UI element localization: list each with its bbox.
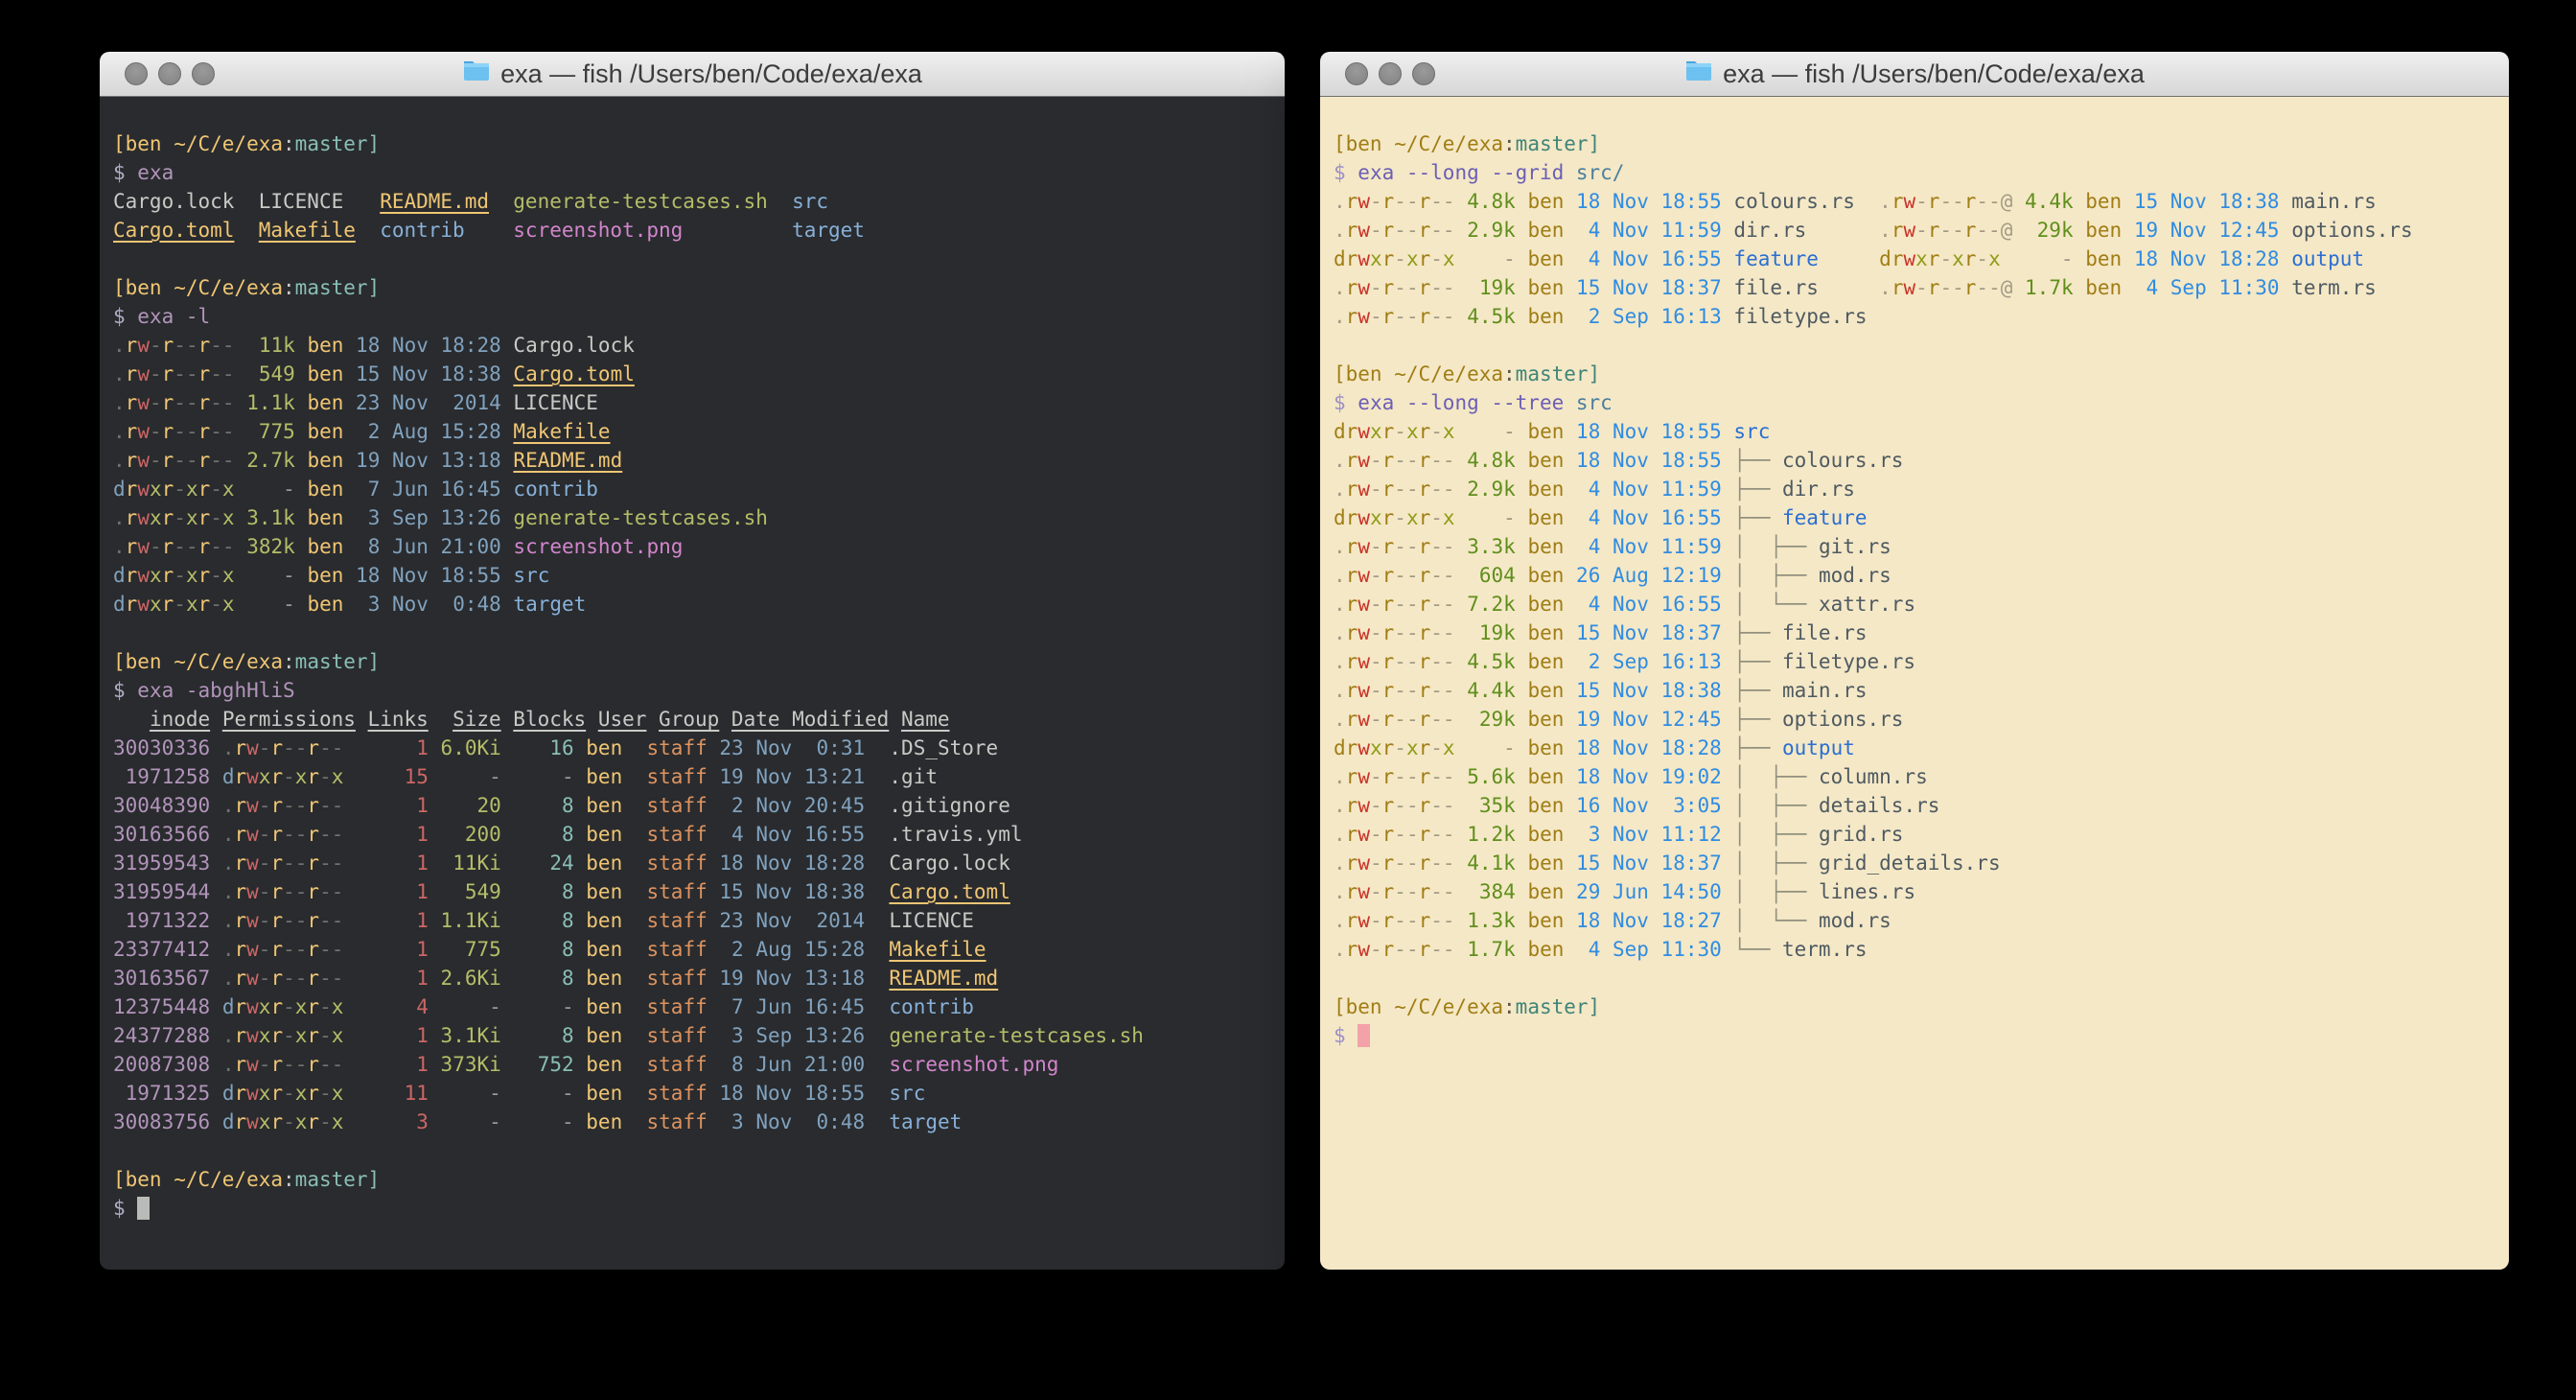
terminal-line: $ exa -abghHliS — [113, 676, 1275, 705]
terminal-line: 1971322 .rw-r--r-- 1 1.1Ki 8 ben staff 2… — [113, 906, 1275, 935]
terminal-line: $ exa -l — [113, 302, 1275, 331]
terminal-line: .rw-r--r-- 19k ben 15 Nov 18:37 file.rs … — [1334, 273, 2499, 302]
terminal-line: [ben ~/C/e/exa:master] — [1334, 992, 2499, 1021]
terminal-line: .rwxr-xr-x 3.1k ben 3 Sep 13:26 generate… — [113, 503, 1275, 532]
terminal-line: $ exa --long --grid src/ — [1334, 158, 2499, 187]
terminal-line — [113, 1136, 1275, 1165]
terminal-line: 1971325 drwxr-xr-x 11 - - ben staff 18 N… — [113, 1079, 1275, 1108]
terminal-line: [ben ~/C/e/exa:master] — [1334, 360, 2499, 388]
terminal-line: .rw-r--r-- 382k ben 8 Jun 21:00 screensh… — [113, 532, 1275, 561]
terminal-line: .rw-r--r-- 5.6k ben 18 Nov 19:02 │ ├── c… — [1334, 762, 2499, 791]
terminal-line: .rw-r--r-- 4.5k ben 2 Sep 16:13 ├── file… — [1334, 647, 2499, 676]
desktop: exa — fish /Users/ben/Code/exa/exa [ben … — [0, 0, 2576, 1400]
traffic-lights — [125, 52, 215, 96]
terminal-line: .rw-r--r-- 4.4k ben 15 Nov 18:38 ├── mai… — [1334, 676, 2499, 705]
terminal-line: .rw-r--r-- 4.8k ben 18 Nov 18:55 colours… — [1334, 187, 2499, 216]
terminal-line: inode Permissions Links Size Blocks User… — [113, 705, 1275, 734]
zoom-button[interactable] — [192, 62, 215, 85]
terminal-line: $ exa — [113, 158, 1275, 187]
terminal-line: .rw-r--r-- 29k ben 19 Nov 12:45 ├── opti… — [1334, 705, 2499, 734]
terminal-line: .rw-r--r-- 384 ben 29 Jun 14:50 │ ├── li… — [1334, 877, 2499, 906]
terminal-line: $ exa --long --tree src — [1334, 388, 2499, 417]
terminal-line: 23377412 .rw-r--r-- 1 775 8 ben staff 2 … — [113, 935, 1275, 964]
terminal-line: .rw-r--r-- 2.9k ben 4 Nov 11:59 ├── dir.… — [1334, 475, 2499, 503]
terminal-line: .rw-r--r-- 19k ben 15 Nov 18:37 ├── file… — [1334, 618, 2499, 647]
terminal-line: 30163566 .rw-r--r-- 1 200 8 ben staff 4 … — [113, 820, 1275, 849]
terminal-line: $ — [1334, 1021, 2499, 1050]
minimize-button[interactable] — [158, 62, 181, 85]
terminal-line: 1971258 drwxr-xr-x 15 - - ben staff 19 N… — [113, 762, 1275, 791]
terminal-line: [ben ~/C/e/exa:master] — [1334, 129, 2499, 158]
terminal-line: drwxr-xr-x - ben 4 Nov 16:55 ├── feature — [1334, 503, 2499, 532]
terminal-line: Cargo.lock LICENCE README.md generate-te… — [113, 187, 1275, 216]
terminal-line: .rw-r--r-- 4.8k ben 18 Nov 18:55 ├── col… — [1334, 446, 2499, 475]
terminal-line: .rw-r--r-- 1.7k ben 4 Sep 11:30 └── term… — [1334, 935, 2499, 964]
folder-icon — [462, 58, 491, 89]
terminal-line: 31959543 .rw-r--r-- 1 11Ki 24 ben staff … — [113, 849, 1275, 877]
terminal-line: Cargo.toml Makefile contrib screenshot.p… — [113, 216, 1275, 245]
terminal-line: 30048390 .rw-r--r-- 1 20 8 ben staff 2 N… — [113, 791, 1275, 820]
terminal-line: .rw-r--r-- 775 ben 2 Aug 15:28 Makefile — [113, 417, 1275, 446]
terminal-line: .rw-r--r-- 549 ben 15 Nov 18:38 Cargo.to… — [113, 360, 1275, 388]
terminal-line: 30163567 .rw-r--r-- 1 2.6Ki 8 ben staff … — [113, 964, 1275, 992]
terminal-line: $ — [113, 1194, 1275, 1223]
terminal-content-light[interactable]: [ben ~/C/e/exa:master]$ exa --long --gri… — [1320, 97, 2509, 1270]
terminal-line: [ben ~/C/e/exa:master] — [113, 273, 1275, 302]
terminal-line: drwxr-xr-x - ben 4 Nov 16:55 feature drw… — [1334, 245, 2499, 273]
traffic-lights — [1345, 52, 1435, 96]
close-button[interactable] — [1345, 62, 1368, 85]
terminal-line: 12375448 drwxr-xr-x 4 - - ben staff 7 Ju… — [113, 992, 1275, 1021]
terminal-line: .rw-r--r-- 7.2k ben 4 Nov 16:55 │ └── xa… — [1334, 590, 2499, 618]
terminal-cursor — [137, 1197, 150, 1220]
terminal-line: drwxr-xr-x - ben 18 Nov 18:28 ├── output — [1334, 734, 2499, 762]
terminal-line: [ben ~/C/e/exa:master] — [113, 1165, 1275, 1194]
terminal-line: [ben ~/C/e/exa:master] — [113, 129, 1275, 158]
terminal-line: .rw-r--r-- 2.7k ben 19 Nov 13:18 README.… — [113, 446, 1275, 475]
minimize-button[interactable] — [1379, 62, 1402, 85]
terminal-line: .rw-r--r-- 35k ben 16 Nov 3:05 │ ├── det… — [1334, 791, 2499, 820]
terminal-window-dark: exa — fish /Users/ben/Code/exa/exa [ben … — [100, 52, 1285, 1270]
terminal-line: .rw-r--r-- 11k ben 18 Nov 18:28 Cargo.lo… — [113, 331, 1275, 360]
terminal-cursor — [1358, 1024, 1370, 1047]
terminal-line: .rw-r--r-- 3.3k ben 4 Nov 11:59 │ ├── gi… — [1334, 532, 2499, 561]
titlebar[interactable]: exa — fish /Users/ben/Code/exa/exa — [1320, 52, 2509, 97]
folder-icon — [1684, 58, 1713, 89]
terminal-line: 24377288 .rwxr-xr-x 1 3.1Ki 8 ben staff … — [113, 1021, 1275, 1050]
terminal-line — [113, 618, 1275, 647]
terminal-line: .rw-r--r-- 1.1k ben 23 Nov 2014 LICENCE — [113, 388, 1275, 417]
terminal-line: .rw-r--r-- 1.3k ben 18 Nov 18:27 │ └── m… — [1334, 906, 2499, 935]
window-title: exa — fish /Users/ben/Code/exa/exa — [500, 59, 922, 89]
terminal-line: .rw-r--r-- 1.2k ben 3 Nov 11:12 │ ├── gr… — [1334, 820, 2499, 849]
terminal-line — [1334, 331, 2499, 360]
terminal-line: .rw-r--r-- 604 ben 26 Aug 12:19 │ ├── mo… — [1334, 561, 2499, 590]
close-button[interactable] — [125, 62, 148, 85]
terminal-line: .rw-r--r-- 4.1k ben 15 Nov 18:37 │ ├── g… — [1334, 849, 2499, 877]
terminal-line: 31959544 .rw-r--r-- 1 549 8 ben staff 15… — [113, 877, 1275, 906]
terminal-window-light: exa — fish /Users/ben/Code/exa/exa [ben … — [1320, 52, 2509, 1270]
terminal-line: .rw-r--r-- 4.5k ben 2 Sep 16:13 filetype… — [1334, 302, 2499, 331]
zoom-button[interactable] — [1412, 62, 1435, 85]
terminal-line: 20087308 .rw-r--r-- 1 373Ki 752 ben staf… — [113, 1050, 1275, 1079]
terminal-line: drwxr-xr-x - ben 18 Nov 18:55 src — [113, 561, 1275, 590]
terminal-line: [ben ~/C/e/exa:master] — [113, 647, 1275, 676]
terminal-line: drwxr-xr-x - ben 18 Nov 18:55 src — [1334, 417, 2499, 446]
titlebar[interactable]: exa — fish /Users/ben/Code/exa/exa — [100, 52, 1285, 97]
terminal-content-dark[interactable]: [ben ~/C/e/exa:master]$ exaCargo.lock LI… — [100, 97, 1285, 1270]
terminal-line — [113, 245, 1275, 273]
terminal-line — [1334, 964, 2499, 992]
terminal-line: drwxr-xr-x - ben 3 Nov 0:48 target — [113, 590, 1275, 618]
window-title: exa — fish /Users/ben/Code/exa/exa — [1723, 59, 2145, 89]
terminal-line: .rw-r--r-- 2.9k ben 4 Nov 11:59 dir.rs .… — [1334, 216, 2499, 245]
terminal-line: 30030336 .rw-r--r-- 1 6.0Ki 16 ben staff… — [113, 734, 1275, 762]
terminal-line: 30083756 drwxr-xr-x 3 - - ben staff 3 No… — [113, 1108, 1275, 1136]
terminal-line: drwxr-xr-x - ben 7 Jun 16:45 contrib — [113, 475, 1275, 503]
